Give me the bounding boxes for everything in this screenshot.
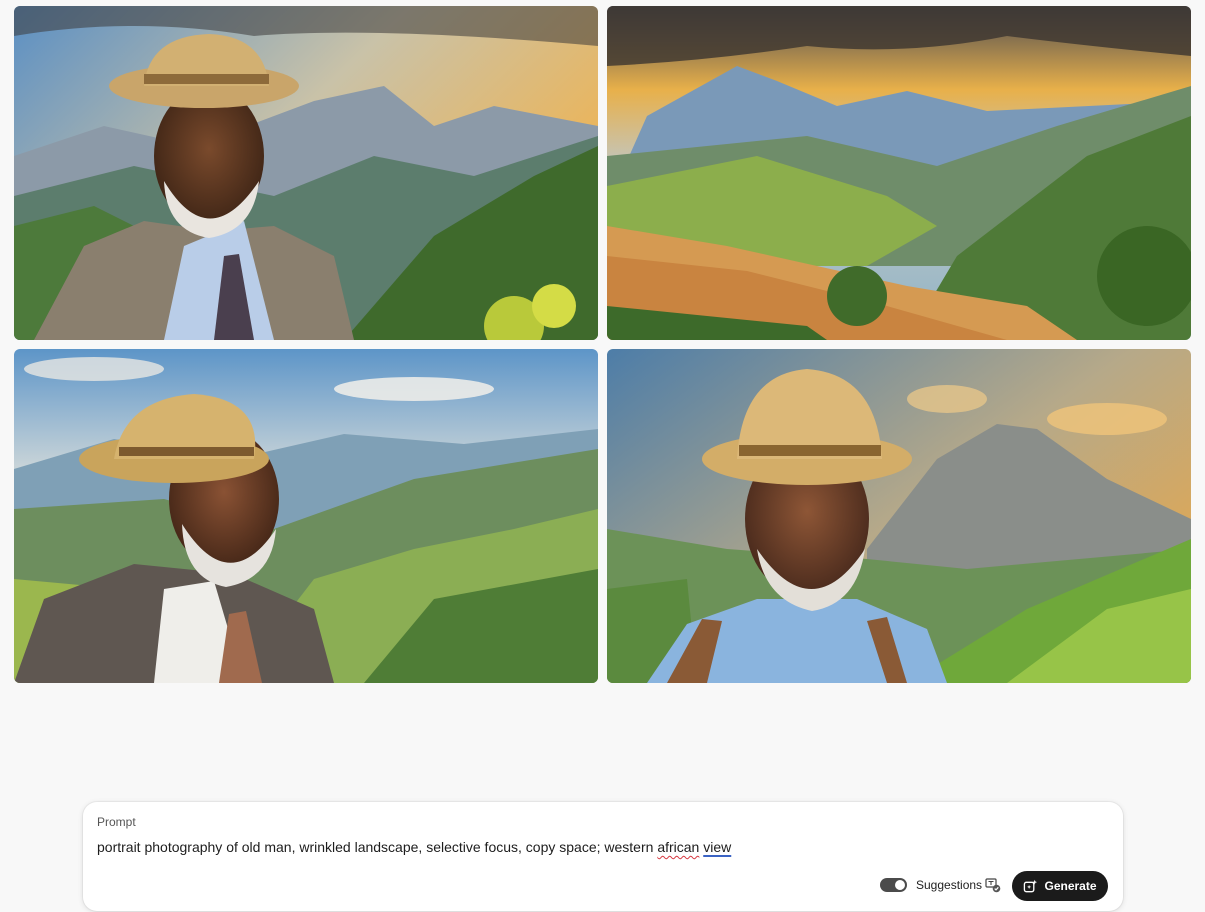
generated-image-4[interactable] [607,349,1191,683]
prompt-panel[interactable]: Prompt portrait photography of old man, … [83,802,1123,911]
prompt-label: Prompt [97,815,136,829]
generate-label: Generate [1044,879,1097,893]
suggestions-toggle[interactable] [880,878,907,892]
prompt-input[interactable]: portrait photography of old man, wrinkle… [97,839,731,855]
sparkle-generate-icon [1024,879,1038,892]
translate-check-icon[interactable] [985,877,1001,893]
image-results-grid [14,6,1191,683]
generated-image-1[interactable] [14,6,598,340]
toggle-knob [895,880,905,890]
suggested-word[interactable]: view [703,839,731,855]
suggestions-label: Suggestions [916,878,983,892]
generate-button[interactable]: Generate [1012,871,1108,901]
generated-image-2[interactable] [607,6,1191,340]
generated-image-3[interactable] [14,349,598,683]
misspelled-word[interactable]: african [657,839,699,855]
prompt-text: portrait photography of old man, wrinkle… [97,839,658,855]
